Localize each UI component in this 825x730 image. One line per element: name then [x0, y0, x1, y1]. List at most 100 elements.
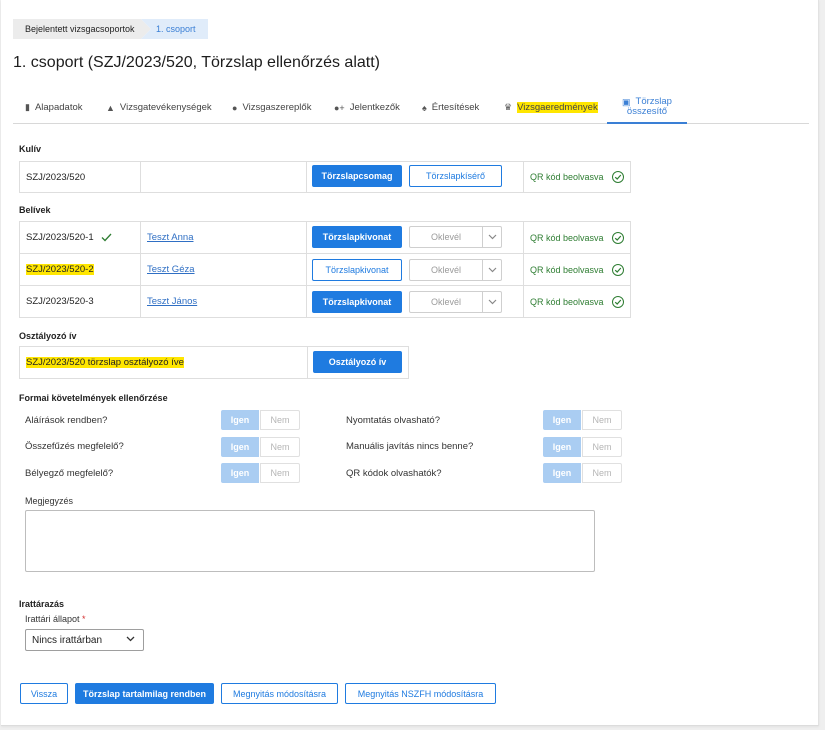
qr-readable-yes-toggle[interactable]: Igen	[543, 463, 581, 483]
belivek-heading: Belívek	[19, 205, 51, 215]
tab-vizsgatevekenysegek[interactable]: ▲ Vizsgatevékenységek	[106, 92, 212, 123]
stamp-yes-toggle[interactable]: Igen	[221, 463, 259, 483]
required-mark: *	[82, 614, 86, 624]
check-circle-icon	[611, 231, 624, 244]
trophy-icon: ♛	[504, 102, 513, 112]
qr-status-text: QR kód beolvasva	[530, 296, 604, 307]
print-readable-no-toggle[interactable]: Nem	[582, 410, 622, 430]
chevron-down-icon	[482, 292, 501, 312]
document-type-select[interactable]: Oklevél	[409, 291, 502, 313]
beliv-name-cell: Teszt Géza	[140, 253, 307, 286]
student-name-link[interactable]: Teszt Géza	[147, 264, 195, 275]
back-button[interactable]: Vissza	[20, 683, 68, 704]
kuliv-heading: Kulív	[19, 144, 42, 154]
archive-status-select[interactable]: Nincs irattárban	[25, 629, 144, 651]
graduation-cap-icon: ▲	[106, 102, 115, 113]
document-type-select[interactable]: Oklevél	[409, 226, 502, 248]
kuliv-qr-cell: QR kód beolvasva	[523, 161, 631, 193]
qr-status-text: QR kód beolvasva	[530, 172, 604, 182]
page-panel: Bejelentett vizsgacsoportok 1. csoport 1…	[1, 0, 819, 726]
binding-question: Összefűzés megfelelő?	[25, 441, 124, 452]
page-title: 1. csoport (SZJ/2023/520, Törzslap ellen…	[13, 54, 380, 71]
manual-fix-no-toggle[interactable]: Nem	[582, 437, 622, 457]
torzslapkivonat-button[interactable]: Törzslapkivonat	[312, 291, 402, 313]
tab-label: Jelentkezők	[349, 102, 400, 113]
tab-jelentkezok[interactable]: ●+ Jelentkezők	[334, 92, 400, 123]
archive-heading: Irattárazás	[19, 599, 65, 609]
tab-vizsgaeredmenyek[interactable]: ♛ Vizsgaeredmények	[504, 92, 598, 123]
approve-button[interactable]: Törzslap tartalmilag rendben	[75, 683, 214, 704]
manual-fix-yes-toggle[interactable]: Igen	[543, 437, 581, 457]
osztalyozo-text-cell: SZJ/2023/520 törzslap osztályozó íve	[19, 346, 308, 379]
select-value: Oklevél	[430, 232, 461, 242]
note-label: Megjegyzés	[25, 496, 74, 506]
select-value: Oklevél	[430, 297, 461, 307]
beliv-code-cell: SZJ/2023/520-3	[19, 285, 141, 318]
tab-label: Vizsgaszereplők	[242, 102, 312, 113]
open-for-edit-button[interactable]: Megnyitás módosításra	[221, 683, 338, 704]
student-name-link[interactable]: Teszt Anna	[147, 232, 193, 243]
open-for-nszfh-edit-button[interactable]: Megnyitás NSZFH módosításra	[345, 683, 496, 704]
formai-heading: Formai követelmények ellenőrzése	[19, 393, 168, 403]
osztalyozo-text: SZJ/2023/520 törzslap osztályozó íve	[26, 357, 184, 368]
beliv-code: SZJ/2023/520-2	[26, 264, 94, 275]
print-readable-question: Nyomtatás olvasható?	[346, 415, 440, 426]
torzslapkivonat-button[interactable]: Törzslapkivonat	[312, 226, 402, 248]
document-type-select[interactable]: Oklevél	[409, 259, 502, 281]
qr-status-text: QR kód beolvasva	[530, 232, 604, 243]
chevron-down-icon	[482, 227, 501, 247]
tab-label: Értesítések	[431, 102, 480, 113]
archive-field-label: Irattári állapot *	[25, 614, 86, 624]
student-name-link[interactable]: Teszt János	[147, 296, 197, 307]
check-circle-icon	[611, 263, 624, 276]
document-icon: ▮	[25, 102, 30, 112]
bell-icon: ♠	[422, 102, 427, 113]
binding-yes-toggle[interactable]: Igen	[221, 437, 259, 457]
note-textarea[interactable]	[25, 510, 595, 572]
check-circle-icon	[611, 295, 624, 308]
tab-vizsgaszereplok[interactable]: ● Vizsgaszereplők	[232, 92, 311, 123]
archive-status-value: Nincs irattárban	[32, 634, 103, 646]
tab-ertesitesek[interactable]: ♠ Értesítések	[422, 92, 479, 123]
archive-field-label-text: Irattári állapot	[25, 614, 80, 624]
beliv-qr-cell: QR kód beolvasva	[523, 221, 631, 254]
print-readable-yes-toggle[interactable]: Igen	[543, 410, 581, 430]
breadcrumb-current: 1. csoport	[141, 19, 208, 39]
beliv-qr-cell: QR kód beolvasva	[523, 253, 631, 286]
tab-torzslap-osszesito[interactable]: ▣ Törzslap összesítő	[607, 92, 687, 124]
qr-readable-no-toggle[interactable]: Nem	[582, 463, 622, 483]
beliv-name-cell: Teszt Anna	[140, 221, 307, 254]
person-add-icon: ●+	[334, 102, 345, 113]
tab-alapadatok[interactable]: ▮ Alapadatok	[25, 92, 83, 123]
breadcrumb-parent[interactable]: Bejelentett vizsgacsoportok	[13, 19, 151, 39]
kuliv-empty-cell	[140, 161, 307, 193]
osztalyozo-iv-button[interactable]: Osztályozó ív	[313, 351, 402, 373]
stamp-question: Bélyegző megfelelő?	[25, 468, 114, 479]
signatures-question: Aláírások rendben?	[25, 415, 108, 426]
signatures-yes-toggle[interactable]: Igen	[221, 410, 259, 430]
tab-label: Alapadatok	[34, 102, 83, 113]
manual-fix-question: Manuális javítás nincs benne?	[346, 441, 474, 452]
beliv-name-cell: Teszt János	[140, 285, 307, 318]
qr-readable-question: QR kódok olvashatók?	[346, 468, 442, 479]
check-circle-icon	[611, 171, 624, 183]
torzslapkisero-button[interactable]: Törzslapkísérő	[409, 165, 502, 187]
beliv-code: SZJ/2023/520-1	[26, 232, 94, 243]
chevron-down-icon	[126, 634, 135, 645]
osztalyozo-heading: Osztályozó ív	[19, 331, 77, 341]
beliv-code-cell: SZJ/2023/520-2	[19, 253, 141, 286]
beliv-code-cell: SZJ/2023/520-1	[19, 221, 141, 254]
kuliv-code: SZJ/2023/520	[26, 171, 86, 183]
tab-label: Vizsgatevékenységek	[119, 102, 212, 113]
tab-bar: ▮ Alapadatok ▲ Vizsgatevékenységek ● Viz…	[13, 92, 809, 124]
binding-no-toggle[interactable]: Nem	[260, 437, 300, 457]
signatures-no-toggle[interactable]: Nem	[260, 410, 300, 430]
tab-label: Vizsgaeredmények	[517, 102, 598, 113]
person-icon: ●	[232, 102, 238, 113]
beliv-code: SZJ/2023/520-3	[26, 296, 94, 307]
torzslapkivonat-button[interactable]: Törzslapkivonat	[312, 259, 402, 281]
torzslapcsomag-button[interactable]: Törzslapcsomag	[312, 165, 402, 187]
select-value: Oklevél	[430, 265, 461, 275]
stamp-no-toggle[interactable]: Nem	[260, 463, 300, 483]
tab-label-line2: összesítő	[626, 106, 668, 117]
